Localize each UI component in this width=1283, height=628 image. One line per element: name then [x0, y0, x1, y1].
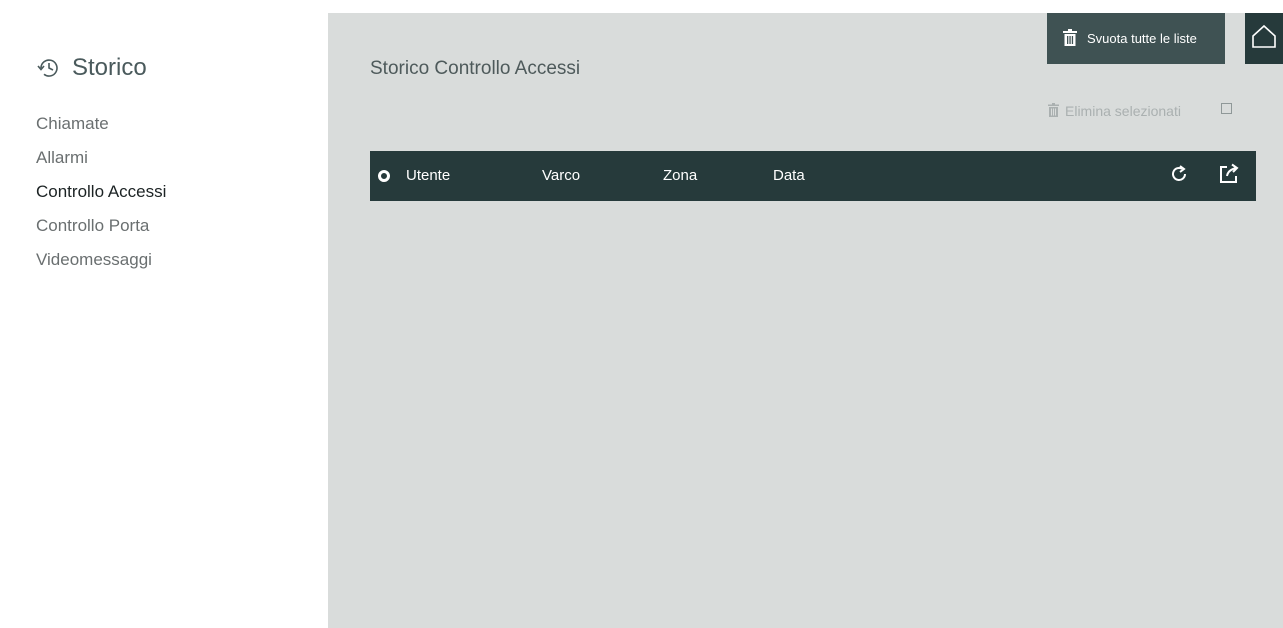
export-icon [1218, 163, 1240, 189]
table-header: Utente Varco Zona Data [370, 151, 1256, 201]
column-header-varco[interactable]: Varco [542, 151, 580, 201]
select-all-radio[interactable] [378, 170, 390, 182]
empty-all-lists-button[interactable]: Svuota tutte le liste [1047, 13, 1225, 64]
main-panel: Storico Controllo Accessi Svuota tutte l… [328, 13, 1283, 628]
column-header-zona[interactable]: Zona [663, 151, 697, 201]
sidebar-item-controllo-accessi[interactable]: Controllo Accessi [36, 175, 166, 209]
sidebar-item-allarmi[interactable]: Allarmi [36, 141, 166, 175]
column-header-data[interactable]: Data [773, 151, 805, 201]
refresh-button[interactable] [1166, 163, 1192, 189]
sidebar-item-chiamate[interactable]: Chiamate [36, 107, 166, 141]
export-button[interactable] [1216, 163, 1242, 189]
delete-selected-label: Elimina selezionati [1065, 103, 1181, 119]
history-icon [36, 55, 62, 81]
empty-all-lists-label: Svuota tutte le liste [1087, 31, 1197, 46]
column-header-utente[interactable]: Utente [406, 151, 450, 201]
refresh-icon [1169, 164, 1189, 188]
sidebar-title-text: Storico [72, 54, 147, 81]
page-title: Storico Controllo Accessi [370, 58, 581, 79]
sidebar-title: Storico [36, 53, 147, 83]
sidebar-item-controllo-porta[interactable]: Controllo Porta [36, 209, 166, 243]
sidebar-item-videomessaggi[interactable]: Videomessaggi [36, 243, 166, 277]
trash-icon [1048, 102, 1059, 120]
trash-icon [1063, 28, 1077, 49]
select-all-checkbox[interactable] [1221, 103, 1232, 114]
sidebar: Storico Chiamate Allarmi Controllo Acces… [8, 13, 328, 628]
home-button[interactable] [1245, 13, 1283, 64]
home-icon [1251, 24, 1277, 53]
sidebar-nav: Chiamate Allarmi Controllo Accessi Contr… [36, 107, 166, 277]
delete-selected-button[interactable]: Elimina selezionati [1048, 101, 1181, 121]
